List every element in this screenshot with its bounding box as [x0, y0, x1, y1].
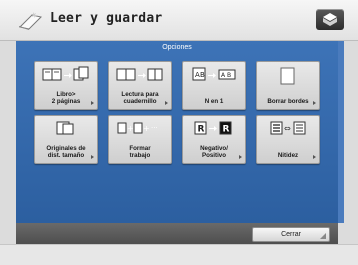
- option-booklet-scan[interactable]: Lectura para cuadernillo: [108, 61, 172, 110]
- submenu-arrow-icon: [91, 101, 94, 105]
- page-title: Leer y guardar: [50, 11, 163, 26]
- job-build-icon: + + ···: [117, 122, 158, 134]
- svg-text:+: +: [143, 124, 150, 133]
- negative-positive-icon: R R: [194, 121, 232, 135]
- close-button[interactable]: Cerrar: [252, 227, 330, 242]
- option-book-two-pages[interactable]: Libro> 2 páginas: [34, 61, 98, 110]
- status-strip: [0, 244, 358, 265]
- option-label: Formar trabajo: [129, 145, 151, 159]
- option-label: Borrar bordes: [267, 98, 309, 105]
- header-bar: Leer y guardar: [0, 0, 358, 41]
- book-to-two-pages-icon: [42, 66, 89, 81]
- corner-icon: [320, 233, 326, 239]
- svg-text:+: +: [127, 124, 134, 133]
- option-label: Negativo/ Positivo: [200, 145, 228, 159]
- booklet-scan-icon: [116, 68, 163, 81]
- submenu-arrow-icon: [239, 155, 242, 159]
- option-label: N en 1: [204, 98, 224, 105]
- option-label: Originales de dist. tamaño: [46, 145, 86, 159]
- svg-text:A B: A B: [221, 72, 231, 79]
- sharpness-icon: ⇔: [270, 121, 306, 135]
- n-on-1-icon: A B A B: [192, 67, 236, 81]
- footer-bar: Cerrar: [16, 223, 338, 244]
- menu-button[interactable]: [316, 9, 344, 30]
- svg-text:R: R: [198, 125, 205, 135]
- submenu-arrow-icon: [313, 101, 316, 105]
- option-negative-positive[interactable]: R R Negativo/ Positivo: [182, 115, 246, 164]
- scan-save-icon: [19, 12, 42, 30]
- menu-icon: [323, 13, 337, 26]
- svg-text:···: ···: [151, 124, 158, 132]
- option-different-size-originals[interactable]: Originales de dist. tamaño: [34, 115, 98, 164]
- option-label: Libro> 2 páginas: [51, 91, 81, 105]
- svg-text:B: B: [200, 71, 205, 79]
- panel-edge: [338, 41, 344, 223]
- submenu-arrow-icon: [313, 155, 316, 159]
- option-job-build[interactable]: + + ··· Formar trabajo: [108, 115, 172, 164]
- svg-text:⇔: ⇔: [284, 124, 291, 133]
- option-n-on-1[interactable]: A B A B N en 1: [182, 61, 246, 110]
- close-button-label: Cerrar: [281, 231, 301, 238]
- option-sharpness[interactable]: ⇔ Nitidez: [256, 115, 320, 164]
- option-label: Lectura para cuadernillo: [121, 91, 159, 105]
- option-label: Nitidez: [277, 152, 299, 159]
- different-size-originals-icon: [56, 121, 74, 135]
- erase-frame-icon: [280, 67, 295, 85]
- submenu-arrow-icon: [165, 101, 168, 105]
- panel-title: Opciones: [162, 44, 192, 51]
- svg-text:R: R: [223, 125, 230, 135]
- submenu-arrow-icon: [91, 155, 94, 159]
- options-panel: Opciones Libro> 2 páginas Lectura para c…: [16, 41, 338, 223]
- scan-and-store-screen: Leer y guardar Opciones Libro> 2 páginas: [0, 0, 358, 265]
- option-erase-frame[interactable]: Borrar bordes: [256, 61, 320, 110]
